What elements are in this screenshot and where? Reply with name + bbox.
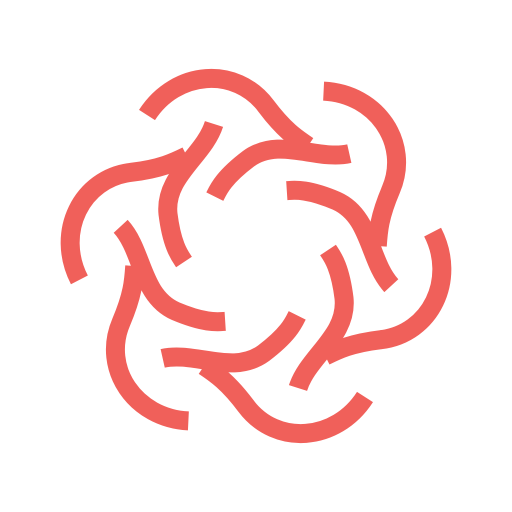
knot-strand-curve xyxy=(158,120,224,268)
knot-strand-arc xyxy=(139,68,314,154)
knot-strand-arc xyxy=(198,358,373,444)
logo-canvas xyxy=(0,0,512,512)
interlaced-knot-logo-icon xyxy=(60,68,452,444)
knot-strand-curve xyxy=(288,244,354,392)
